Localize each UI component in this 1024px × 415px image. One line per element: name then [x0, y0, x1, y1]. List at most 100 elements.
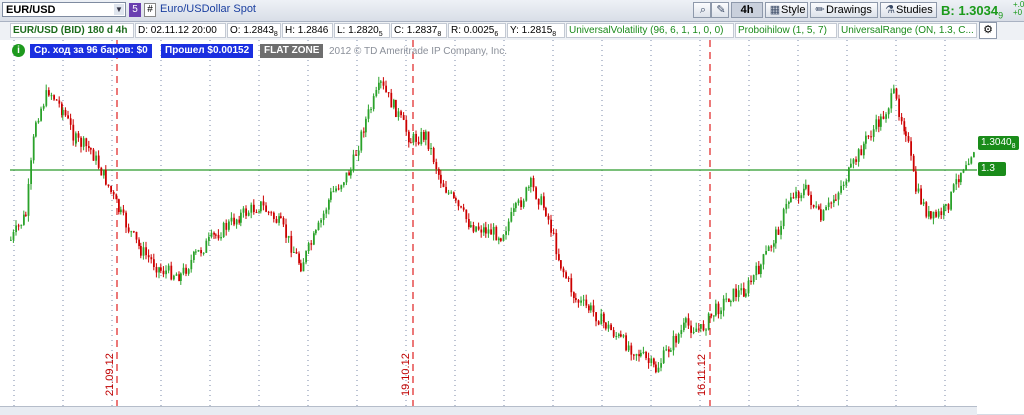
symbol-selector[interactable]: EUR/USD ▼	[2, 2, 126, 17]
candle-body	[475, 226, 477, 232]
candle-body	[112, 191, 115, 195]
candle-body	[427, 131, 430, 150]
candle-body	[380, 81, 382, 83]
candle-body	[565, 272, 567, 279]
candle-body	[470, 225, 472, 228]
candle-body	[605, 322, 607, 329]
candle-body	[857, 149, 860, 162]
price-chart[interactable]	[0, 40, 977, 410]
high-cell: H: 1.2846	[282, 23, 333, 38]
candle-body	[395, 99, 397, 117]
close-cell: C: 1.28378	[391, 23, 447, 38]
candle-body	[973, 152, 975, 158]
candle-body	[310, 243, 313, 245]
candle-body	[472, 225, 475, 232]
candle-body	[668, 349, 670, 352]
candle-body	[537, 198, 540, 205]
candle-body	[672, 335, 675, 351]
candle-body	[27, 184, 30, 216]
candle-body	[53, 95, 55, 100]
top-toolbar: EUR/USD ▼ 5 # Euro/USDollar Spot ⌕ ✎ 4h …	[0, 0, 1024, 22]
study-proboihilow[interactable]: Proboihilow (1, 5, 7)	[735, 23, 837, 38]
candle-body	[543, 196, 545, 208]
candle-body	[622, 335, 625, 337]
candle-body	[425, 131, 427, 140]
date-label-3: 16.11.12	[696, 353, 708, 396]
candle-body	[280, 216, 282, 219]
candle-body	[69, 118, 72, 125]
candle-body	[453, 192, 455, 199]
settings-icon: ⚙	[983, 24, 993, 36]
candle-body	[737, 290, 740, 298]
candle-body	[650, 358, 653, 363]
hash-button[interactable]: #	[144, 3, 156, 17]
candle-body	[367, 109, 370, 119]
settings-icon-button[interactable]: ✎	[711, 2, 729, 18]
link-group-badge[interactable]: 5	[129, 3, 141, 17]
candle-body	[315, 230, 317, 234]
candle-body	[818, 206, 820, 210]
candle-body	[85, 138, 88, 147]
drawings-button[interactable]: ✏Drawings	[810, 2, 878, 18]
candle-body	[863, 143, 865, 156]
candle-body	[837, 192, 840, 200]
candle-body	[255, 212, 258, 214]
candle-body	[685, 318, 687, 323]
candle-body	[833, 199, 835, 203]
candle-body	[378, 82, 380, 90]
candle-body	[438, 169, 440, 175]
candle-body	[213, 232, 215, 235]
candle-body	[647, 358, 650, 363]
candle-body	[507, 221, 510, 232]
info-icon[interactable]: i	[12, 44, 25, 57]
candle-body	[797, 191, 800, 199]
candle-body	[483, 227, 485, 233]
candle-body	[790, 197, 792, 203]
candle-body	[420, 131, 423, 144]
candle-body	[30, 160, 32, 185]
wrench-icon: ✎	[716, 4, 726, 16]
bid-price: B: 1.30349	[941, 3, 1003, 21]
study-universal-volatility[interactable]: UniversalVolatility (96, 6, 1, 1, 0, 0)	[566, 23, 734, 38]
aggregation-button[interactable]: 4h	[731, 2, 763, 18]
zoom-icon-button[interactable]: ⌕	[693, 2, 711, 18]
candle-body	[800, 195, 803, 199]
candle-body	[875, 119, 878, 130]
style-button[interactable]: ▦Style	[765, 2, 808, 18]
candle-body	[495, 226, 498, 241]
low-frac: 5	[378, 31, 383, 38]
candle-body	[807, 184, 810, 195]
study-universal-range[interactable]: UniversalRange (ON, 1.3, C...	[838, 23, 977, 38]
candle-body	[220, 237, 222, 239]
candle-body	[300, 263, 302, 272]
candle-body	[490, 229, 492, 235]
candle-body	[722, 298, 725, 311]
candle-body	[592, 305, 595, 313]
candle-body	[887, 108, 890, 115]
candle-body	[440, 174, 442, 184]
studies-button[interactable]: ⚗Studies	[880, 2, 937, 18]
last-price-value: 1.3040	[981, 137, 1012, 148]
candle-body	[80, 137, 82, 147]
candle-body	[965, 165, 967, 171]
open-frac: 8	[273, 31, 278, 38]
candle-body	[145, 247, 147, 256]
candle-body	[122, 209, 125, 213]
candle-body	[582, 299, 585, 301]
chart-settings-button[interactable]: ⚙	[979, 22, 997, 39]
candle-body	[233, 217, 235, 225]
avg-move-label: Ср. ход за 96 баров: $0	[30, 44, 152, 58]
candle-body	[238, 219, 241, 223]
candle-body	[762, 254, 765, 265]
candle-body	[15, 225, 17, 233]
candle-body	[705, 329, 707, 331]
candle-body	[147, 255, 150, 258]
candle-body	[445, 186, 447, 193]
candle-body	[615, 336, 618, 338]
candle-body	[910, 141, 912, 156]
candle-body	[385, 85, 387, 93]
candle-body	[692, 331, 695, 333]
symbol-dropdown-icon[interactable]: ▼	[114, 4, 124, 15]
price-scale[interactable]	[977, 40, 1024, 414]
candle-body	[747, 280, 750, 294]
